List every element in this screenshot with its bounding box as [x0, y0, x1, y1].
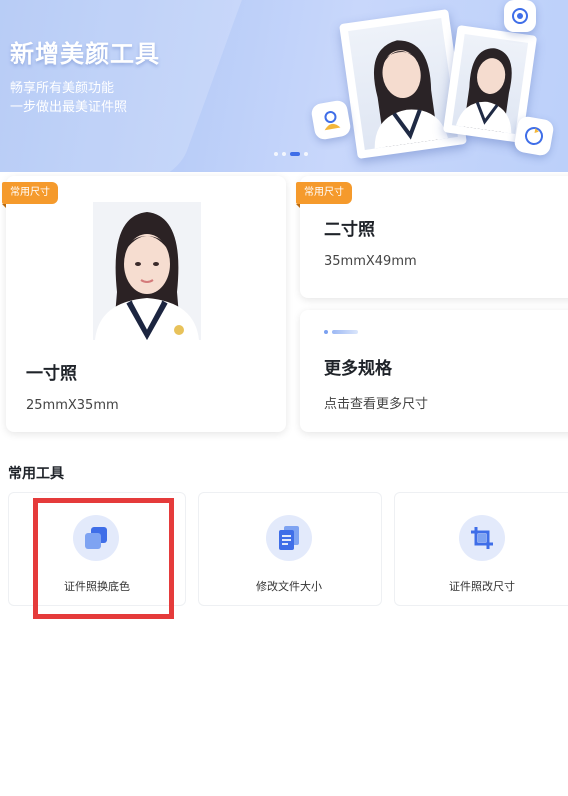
section-title-tools: 常用工具 — [8, 466, 64, 482]
document-icon — [266, 515, 312, 561]
banner-title: 新增美颜工具 — [10, 40, 160, 68]
size-dimensions-one-inch: 25mmX35mm — [26, 398, 119, 413]
pagination-dot[interactable] — [304, 152, 308, 156]
tool-label: 修改文件大小 — [256, 580, 322, 593]
person-icon — [310, 99, 352, 141]
camera-icon — [504, 0, 536, 32]
size-subtitle-more: 点击查看更多尺寸 — [324, 397, 429, 412]
common-size-tag: 常用尺寸 — [296, 182, 352, 208]
size-title-one-inch: 一寸照 — [26, 364, 77, 384]
tool-label: 证件照改尺寸 — [449, 580, 515, 593]
crop-icon — [459, 515, 505, 561]
decorative-bar — [324, 330, 358, 334]
banner-photo-illustration — [339, 9, 467, 159]
refresh-icon — [513, 115, 555, 157]
banner-pagination — [274, 152, 308, 156]
size-dimensions-two-inch: 35mmX49mm — [324, 254, 417, 269]
tool-resize-file[interactable]: 修改文件大小 — [198, 492, 382, 606]
size-title-two-inch: 二寸照 — [324, 220, 375, 240]
banner-subtitle: 一步做出最美证件照 — [10, 100, 128, 115]
pagination-dot-active[interactable] — [290, 152, 300, 156]
tool-change-size[interactable]: 证件照改尺寸 — [394, 492, 568, 606]
layers-icon — [73, 515, 119, 561]
pagination-dot[interactable] — [274, 152, 278, 156]
tool-change-background[interactable]: 证件照换底色 — [8, 492, 186, 606]
tool-label: 证件照换底色 — [64, 580, 130, 593]
sample-portrait-image — [93, 202, 201, 340]
size-title-more: 更多规格 — [324, 359, 392, 379]
promo-banner[interactable]: 新增美颜工具 畅享所有美颜功能 一步做出最美证件照 — [0, 0, 568, 172]
common-size-tag: 常用尺寸 — [2, 182, 58, 208]
pagination-dot[interactable] — [282, 152, 286, 156]
banner-subtitle: 畅享所有美颜功能 — [10, 81, 115, 96]
